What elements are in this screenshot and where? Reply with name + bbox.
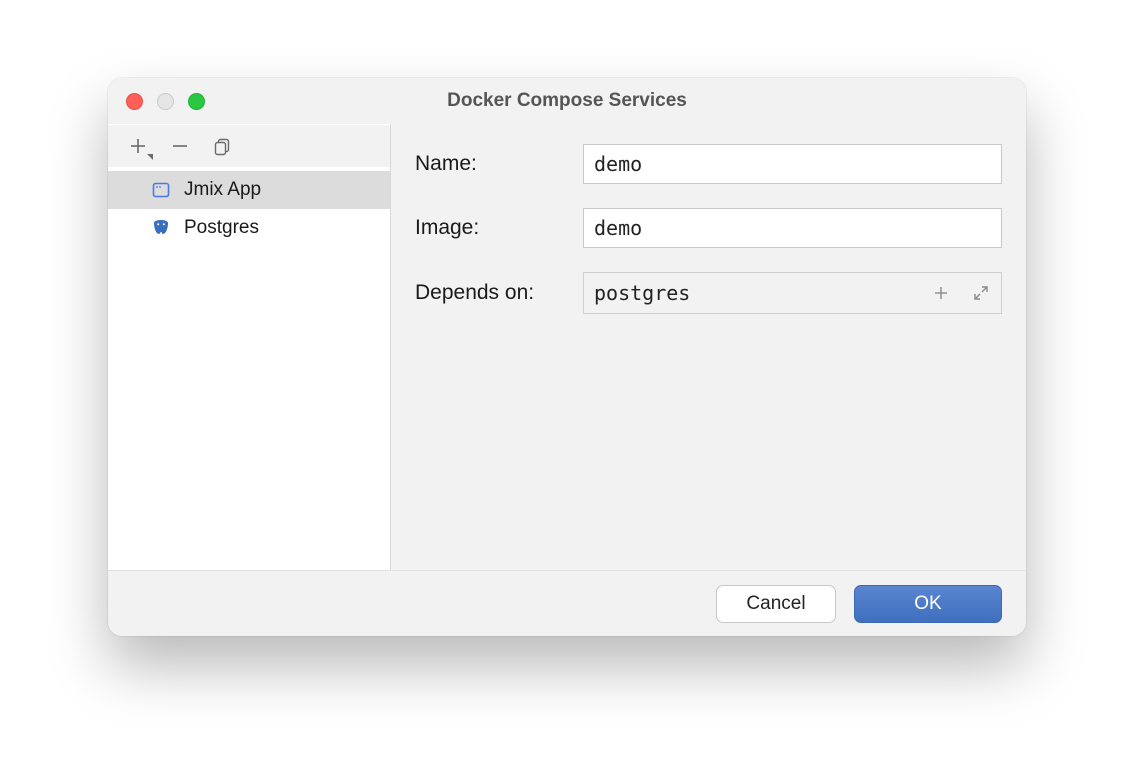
form-row-depends-on: Depends on: postgres	[415, 272, 1002, 314]
services-sidebar: Jmix App Postgres	[108, 124, 390, 570]
depends-on-field[interactable]: postgres	[583, 272, 1002, 314]
depends-on-label: Depends on:	[415, 281, 583, 305]
service-item-label: Postgres	[184, 217, 259, 239]
dialog-body: Jmix App Postgres	[108, 124, 1026, 570]
window-controls	[126, 78, 205, 124]
sidebar-toolbar	[108, 125, 390, 167]
zoom-window-button[interactable]	[188, 93, 205, 110]
app-window-icon	[150, 179, 172, 201]
cancel-button[interactable]: Cancel	[716, 585, 836, 623]
minimize-window-button[interactable]	[157, 93, 174, 110]
image-label: Image:	[415, 216, 583, 240]
name-input[interactable]	[583, 144, 1002, 184]
copy-service-button[interactable]	[210, 134, 234, 158]
remove-service-button[interactable]	[168, 134, 192, 158]
form-row-image: Image:	[415, 208, 1002, 248]
services-tree: Jmix App Postgres	[108, 167, 390, 570]
add-dependency-button[interactable]	[921, 273, 961, 313]
dialog-docker-compose-services: Docker Compose Services	[108, 78, 1026, 636]
image-input[interactable]	[583, 208, 1002, 248]
ok-button[interactable]: OK	[854, 585, 1002, 623]
dialog-title: Docker Compose Services	[447, 90, 687, 112]
titlebar: Docker Compose Services	[108, 78, 1026, 124]
service-item-postgres[interactable]: Postgres	[108, 209, 390, 247]
depends-on-value: postgres	[584, 281, 921, 305]
expand-dependency-button[interactable]	[961, 273, 1001, 313]
postgres-icon	[150, 217, 172, 239]
service-item-label: Jmix App	[184, 179, 261, 201]
add-service-button[interactable]	[126, 134, 150, 158]
service-form: Name: Image: Depends on: postgres	[390, 124, 1026, 570]
name-label: Name:	[415, 152, 583, 176]
service-item-jmix-app[interactable]: Jmix App	[108, 171, 390, 209]
dialog-footer: Cancel OK	[108, 570, 1026, 636]
close-window-button[interactable]	[126, 93, 143, 110]
form-row-name: Name:	[415, 144, 1002, 184]
